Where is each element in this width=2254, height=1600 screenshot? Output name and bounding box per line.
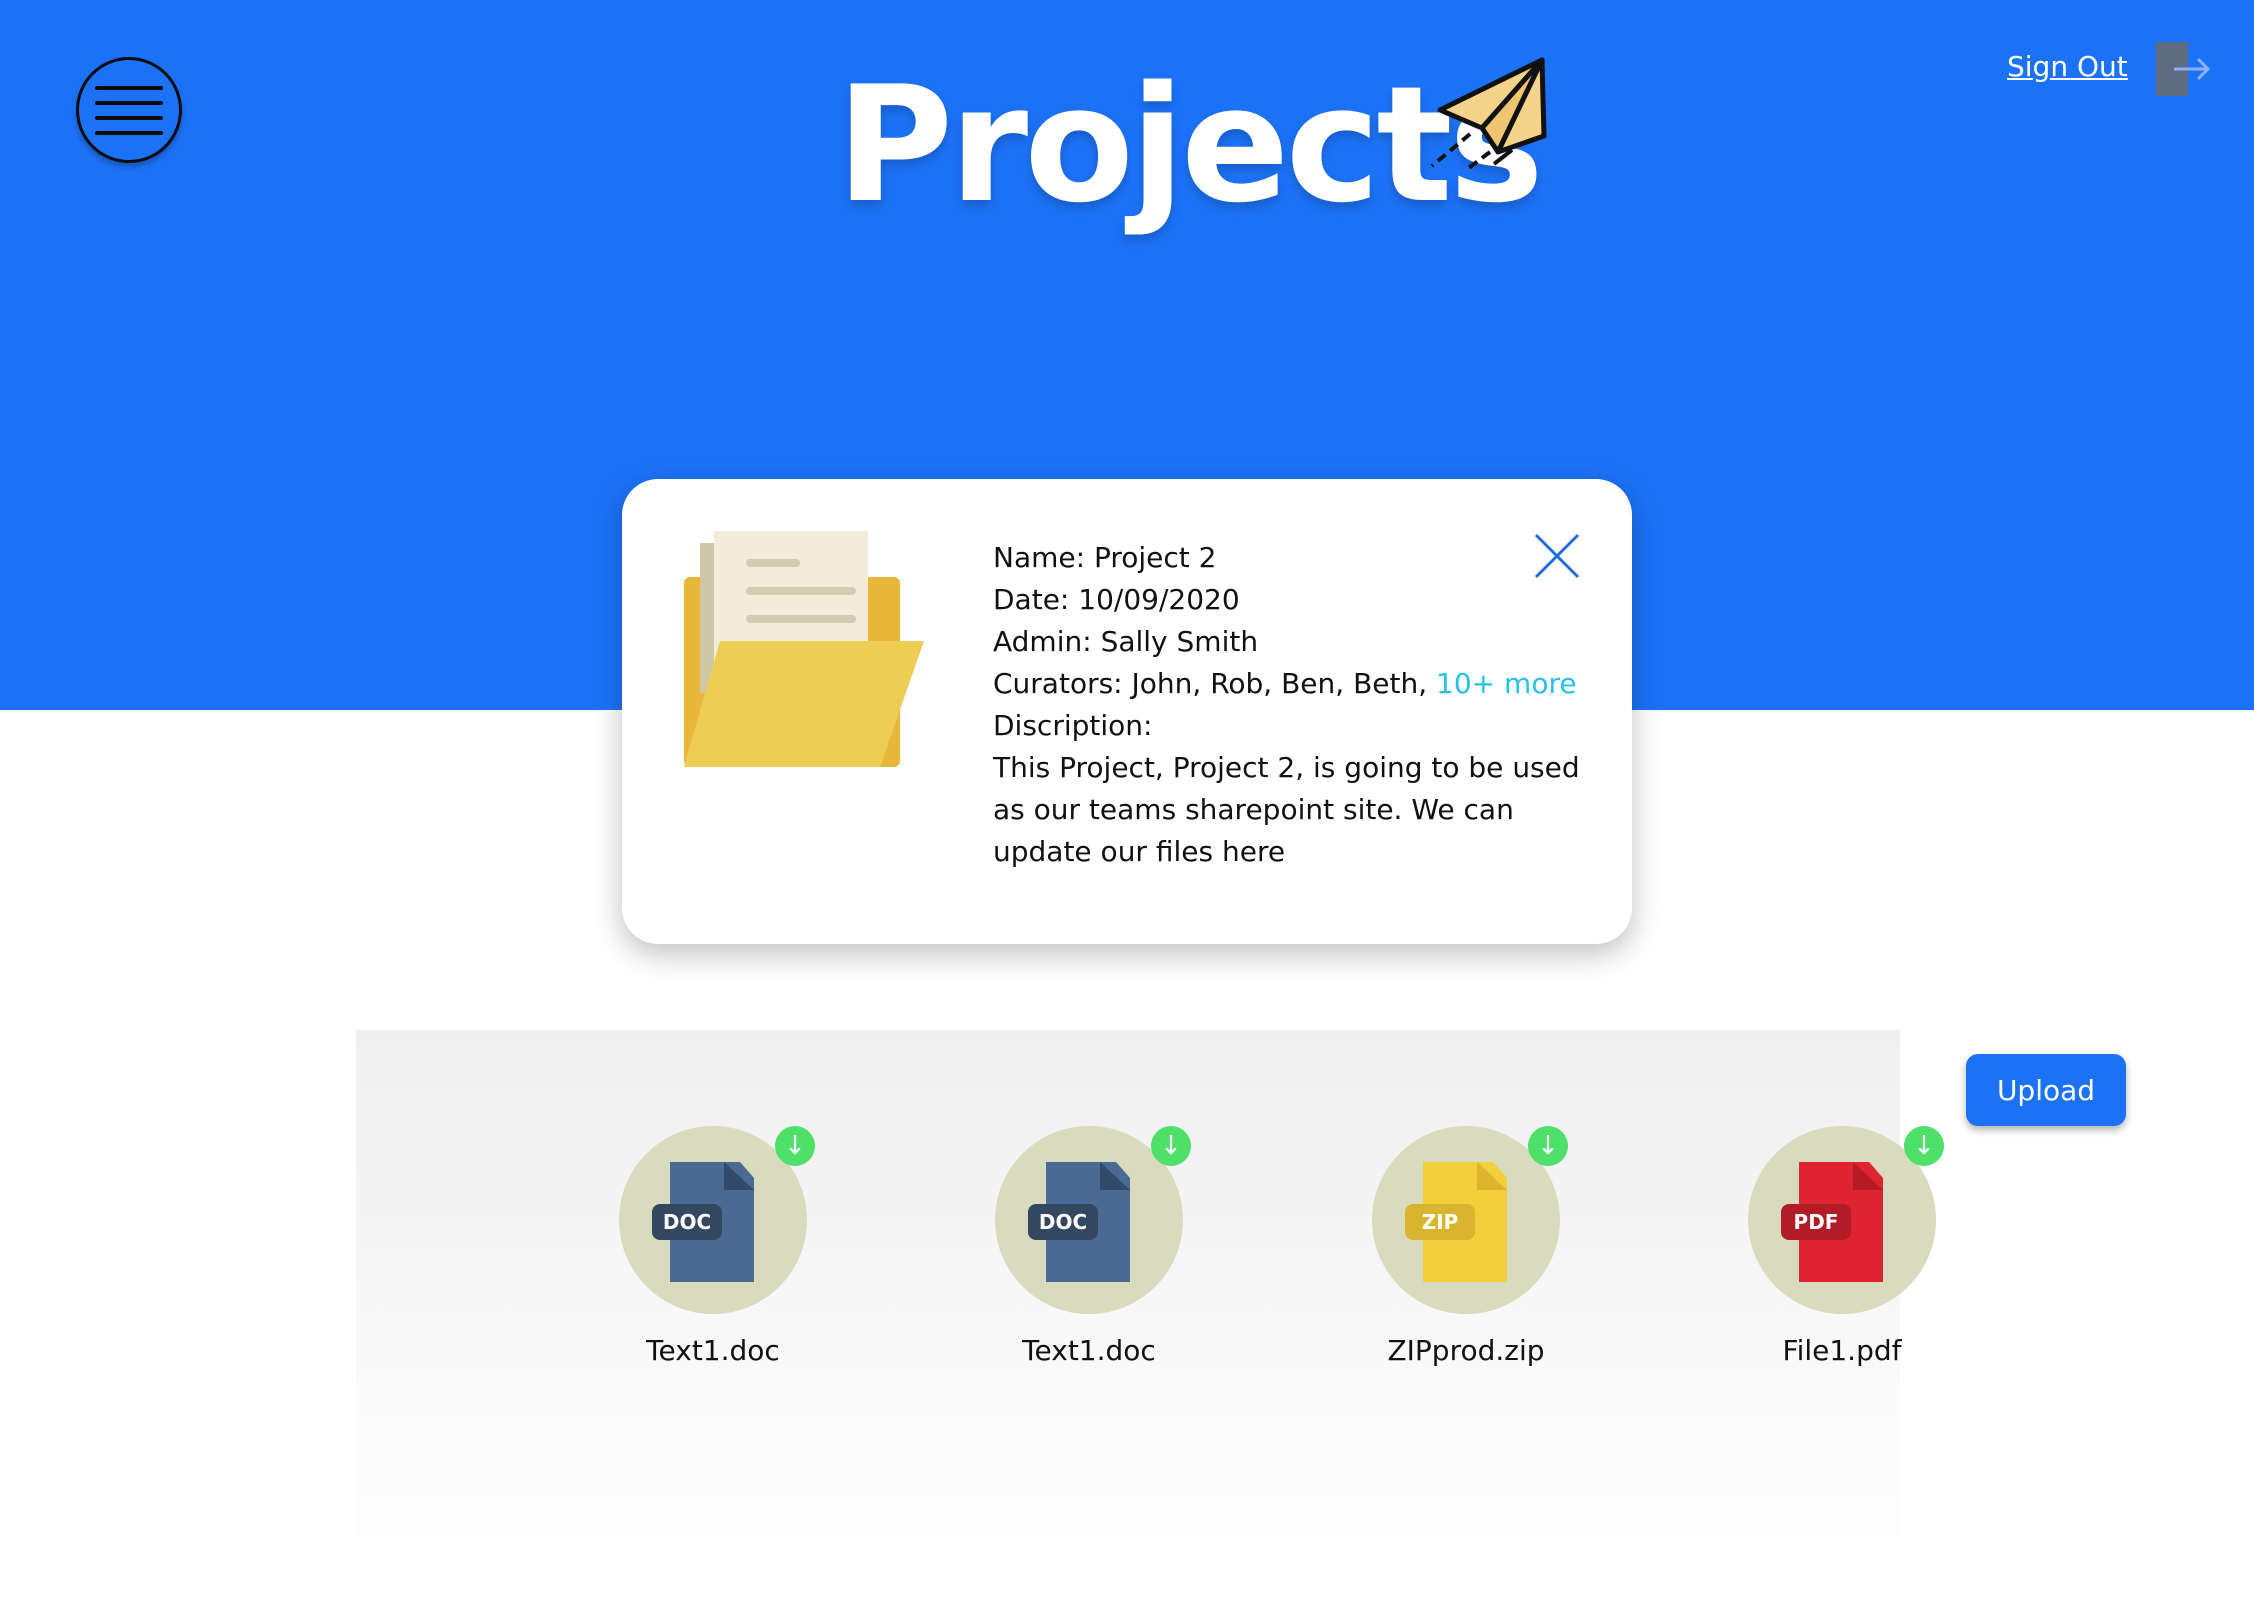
download-button[interactable]: ↓: [1528, 1126, 1568, 1166]
download-button[interactable]: ↓: [775, 1126, 815, 1166]
svg-text:DOC: DOC: [1039, 1210, 1087, 1234]
file-name: Text1.doc: [1022, 1334, 1156, 1367]
download-button[interactable]: ↓: [1904, 1126, 1944, 1166]
zip-file-icon: ZIP: [1405, 1162, 1507, 1282]
menu-icon-line: [95, 100, 163, 105]
file-name: Text1.doc: [646, 1334, 780, 1367]
download-button[interactable]: ↓: [1151, 1126, 1191, 1166]
sign-out-link[interactable]: Sign Out: [2007, 50, 2128, 83]
doc-file-icon: DOC: [1028, 1162, 1130, 1282]
pdf-file-icon: PDF: [1781, 1162, 1883, 1282]
menu-icon-line: [95, 85, 163, 90]
files-panel: DOC ↓ Text1.doc DOC ↓ Text1.doc ZIP ↓ ZI…: [356, 1030, 1944, 1600]
curators-list: Curators: John, Rob, Ben, Beth,: [993, 667, 1437, 700]
svg-text:PDF: PDF: [1794, 1210, 1839, 1234]
file-item[interactable]: DOC ↓ Text1.doc: [563, 1126, 863, 1367]
description-label: Discription:: [993, 709, 1153, 742]
doc-file-icon: DOC: [652, 1162, 754, 1282]
description-text: This Project, Project 2, is going to be …: [993, 751, 1580, 868]
project-name: Name: Project 2: [993, 541, 1217, 574]
menu-icon-line: [95, 130, 163, 135]
file-item[interactable]: PDF ↓ File1.pdf: [1692, 1126, 1992, 1367]
paper-plane-icon: [1430, 57, 1547, 172]
file-item[interactable]: DOC ↓ Text1.doc: [939, 1126, 1239, 1367]
folder-icon: [684, 531, 924, 767]
file-name: ZIPprod.zip: [1387, 1334, 1545, 1367]
project-curators: Curators: John, Rob, Ben, Beth, 10+ more: [993, 663, 1593, 705]
sign-out-icon[interactable]: [2156, 42, 2212, 96]
project-admin: Admin: Sally Smith: [993, 625, 1259, 658]
project-details-card: Name: Project 2 Date: 10/09/2020 Admin: …: [622, 479, 1632, 944]
svg-text:DOC: DOC: [663, 1210, 711, 1234]
upload-button[interactable]: Upload: [1966, 1054, 2126, 1126]
file-item[interactable]: ZIP ↓ ZIPprod.zip: [1316, 1126, 1616, 1367]
menu-icon-line: [95, 115, 163, 120]
project-date: Date: 10/09/2020: [993, 583, 1240, 616]
curators-more-link[interactable]: 10+ more: [1436, 667, 1577, 700]
menu-button[interactable]: [76, 57, 182, 163]
file-name: File1.pdf: [1782, 1334, 1902, 1367]
project-info: Name: Project 2 Date: 10/09/2020 Admin: …: [993, 537, 1593, 873]
close-icon[interactable]: [1532, 531, 1582, 581]
svg-text:ZIP: ZIP: [1422, 1210, 1459, 1234]
